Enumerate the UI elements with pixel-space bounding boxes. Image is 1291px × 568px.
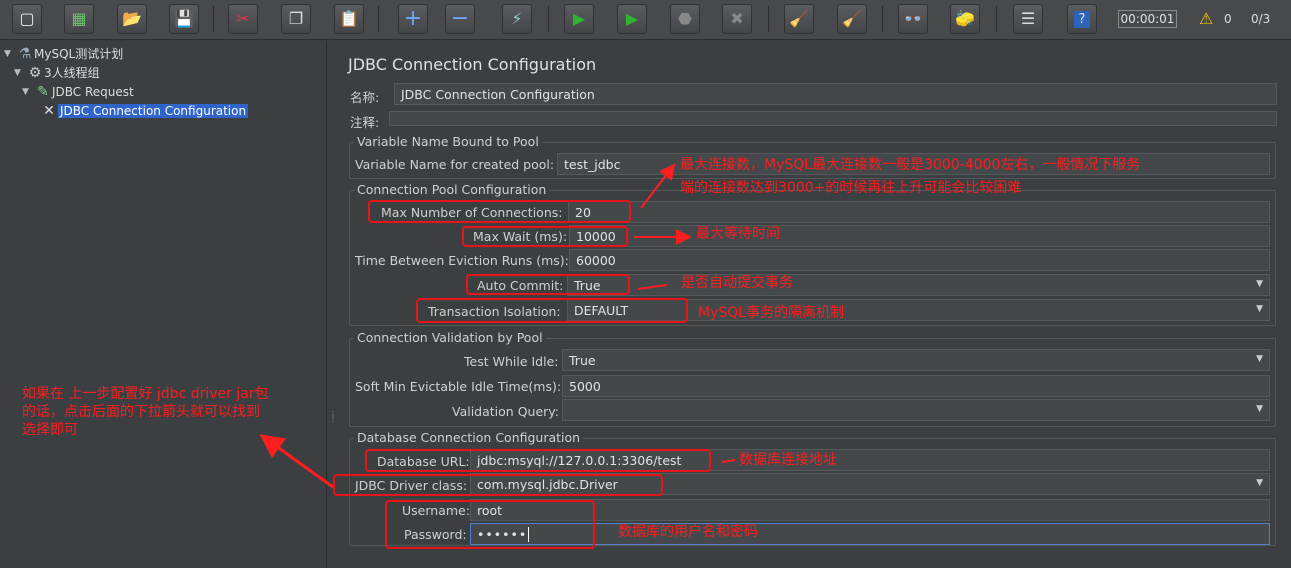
arrow-max-connections — [640, 163, 676, 209]
note-credentials: 数据库的用户名和密码 — [618, 524, 758, 540]
note-transaction-isolation: MySQL事务的隔离机制 — [698, 305, 845, 321]
note-database-url: 数据库连接地址 — [739, 452, 837, 468]
note-jdbc-driver-2: 的话，点击后面的下拉箭头就可以找到 — [22, 404, 260, 420]
note-max-connections-1: 最大连接数，MySQL最大连接数一般是3000-4000左右，一般情况下服务 — [680, 157, 1141, 173]
arrow-database-url — [721, 459, 736, 463]
note-max-connections-2: 端的连接数达到3000+的时候再往上升可能会比较困难 — [680, 180, 1022, 196]
note-jdbc-driver-1: 如果在 上一步配置好 jdbc driver jar包 — [22, 386, 269, 402]
arrow-auto-commit — [637, 284, 668, 290]
annotation-arrows — [259, 163, 736, 489]
note-max-wait: 最大等待时间 — [696, 226, 780, 242]
arrow-jdbc-driver — [259, 434, 334, 489]
note-auto-commit: 是否自动提交事务 — [681, 275, 793, 291]
note-jdbc-driver-3: 选择即可 — [22, 422, 78, 438]
